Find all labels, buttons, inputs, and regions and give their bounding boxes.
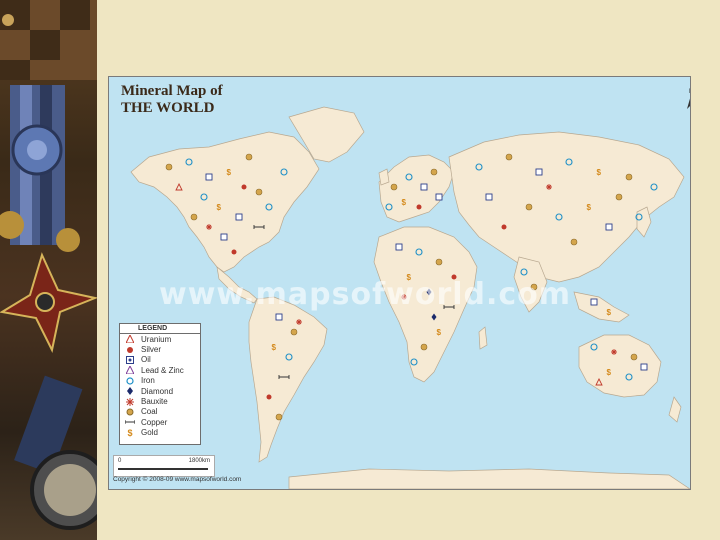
oil-icon: [485, 193, 493, 201]
coal-icon: [625, 173, 633, 181]
copper-icon: [124, 418, 136, 426]
legend: LEGEND Uranium Silver Oil Lead & Zinc Ir…: [119, 323, 201, 445]
legend-title: LEGEND: [120, 324, 200, 334]
oil-icon: [590, 298, 598, 306]
bauxite-icon: [124, 397, 136, 406]
legend-label: Copper: [141, 417, 168, 427]
watermark: www.mapsofworld.com: [159, 277, 572, 312]
coal-icon: [435, 258, 443, 266]
legend-label: Gold: [141, 428, 158, 438]
gold-icon: $: [272, 343, 277, 352]
legend-item: Silver: [120, 344, 200, 354]
coal-icon: [430, 168, 438, 176]
coal-icon: [420, 343, 428, 351]
coal-icon: [165, 163, 173, 171]
uranium-icon: [124, 335, 136, 344]
legend-item: Coal: [120, 407, 200, 417]
diamond-icon: [124, 387, 136, 396]
legend-item: Lead & Zinc: [120, 365, 200, 375]
coal-icon: [275, 413, 283, 421]
coal-icon: [255, 188, 263, 196]
scale-start: 0: [118, 458, 122, 464]
legend-item: Oil: [120, 355, 200, 365]
silver-icon: [416, 204, 422, 210]
gold-icon: $: [227, 168, 232, 177]
gold-icon: $: [217, 203, 222, 212]
gold-icon: $: [437, 328, 442, 337]
north-arrow-icon: N: [687, 89, 690, 114]
legend-label: Coal: [141, 407, 158, 417]
legend-label: Diamond: [141, 386, 174, 396]
silver-icon: [266, 394, 272, 400]
decorative-medal-photo: [0, 0, 97, 540]
legend-label: Oil: [141, 355, 151, 365]
coal-icon: [290, 328, 298, 336]
silver-icon: [124, 346, 136, 354]
iron-icon: [124, 377, 136, 385]
legend-item: $ Gold: [120, 428, 200, 438]
scale-end: 1800km: [188, 458, 210, 464]
scale-bar: 0 1800km: [113, 455, 215, 477]
legend-item: Bauxite: [120, 396, 200, 406]
oil-icon: [435, 193, 443, 201]
map-title: Mineral Map of THE WORLD: [121, 83, 223, 117]
coal-icon: [124, 408, 136, 416]
silver-icon: [501, 224, 507, 230]
oil-icon: [640, 363, 648, 371]
lead-zinc-icon: [124, 366, 136, 375]
legend-label: Bauxite: [141, 397, 168, 407]
gold-icon: $: [607, 368, 612, 377]
silver-icon: [241, 184, 247, 190]
coal-icon: [630, 353, 638, 361]
gold-icon: $: [402, 198, 407, 207]
coal-icon: [505, 153, 513, 161]
oil-icon: [535, 168, 543, 176]
coal-icon: [570, 238, 578, 246]
gold-icon: $: [127, 427, 133, 438]
coal-icon: [525, 203, 533, 211]
coal-icon: [190, 213, 198, 221]
copyright: Copyright © 2008-09 www.mapsofworld.com: [113, 476, 242, 483]
oil-icon: [605, 223, 613, 231]
legend-item: Diamond: [120, 386, 200, 396]
oil-icon: [420, 183, 428, 191]
silver-icon: [231, 249, 237, 255]
oil-icon: [124, 355, 136, 364]
legend-item: Copper: [120, 417, 200, 427]
gold-icon: $: [587, 203, 592, 212]
coal-icon: [390, 183, 398, 191]
oil-icon: [395, 243, 403, 251]
coal-icon: [245, 153, 253, 161]
world-mineral-map: $ $ $ $ $ $ $ $ $ $ Mineral Map of THE WORLD N ww…: [108, 76, 691, 490]
gold-icon: $: [597, 168, 602, 177]
map-title-line2: THE WORLD: [121, 100, 215, 116]
gold-icon: $: [607, 308, 612, 317]
legend-item: Uranium: [120, 334, 200, 344]
legend-label: Iron: [141, 376, 155, 386]
oil-icon: [220, 233, 228, 241]
oil-icon: [235, 213, 243, 221]
map-title-line1: Mineral Map of: [121, 83, 223, 99]
legend-label: Lead & Zinc: [141, 365, 184, 375]
oil-icon: [205, 173, 213, 181]
oil-icon: [275, 313, 283, 321]
legend-item: Iron: [120, 376, 200, 386]
legend-label: Uranium: [141, 334, 172, 344]
legend-label: Silver: [141, 345, 162, 355]
coal-icon: [615, 193, 623, 201]
